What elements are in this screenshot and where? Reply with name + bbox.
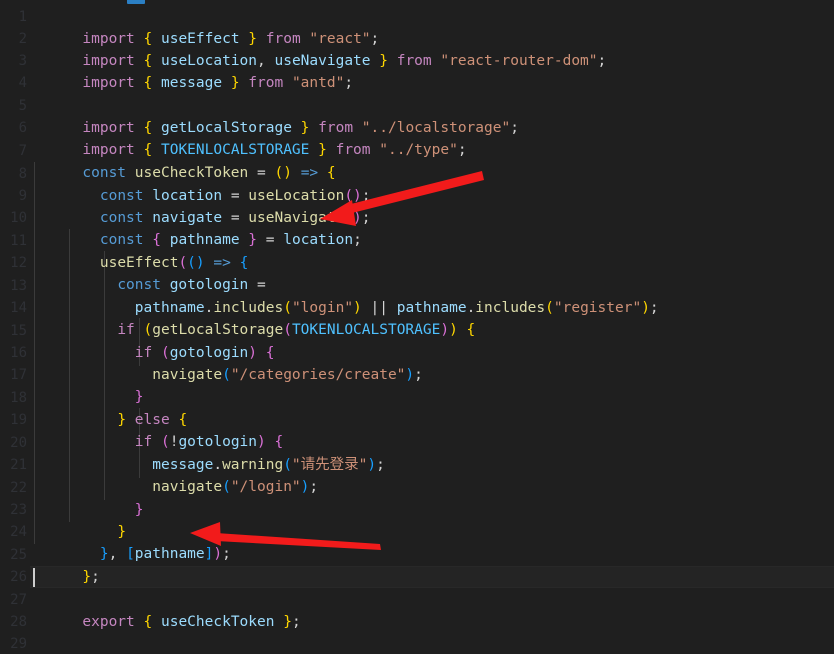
current-line-highlight <box>30 566 834 588</box>
code-line[interactable]: } <box>30 499 126 540</box>
gutter-line-number: 7 <box>18 143 27 159</box>
code-line-blank[interactable] <box>30 72 39 94</box>
code-line[interactable]: if (gotologin) { <box>30 320 275 361</box>
code-editor-window: 1 2 3 4 5 6 7 8 9 10 11 12 13 14 15 16 1… <box>0 0 834 654</box>
gutter-line-number: 3 <box>18 53 27 69</box>
gutter-line-number: 23 <box>10 502 27 518</box>
code-line[interactable]: } <box>30 477 144 518</box>
editor-text-surface[interactable]: import { useEffect } from "react"; impor… <box>30 0 834 654</box>
gutter-line-number: 11 <box>10 233 27 249</box>
code-line-pathname-dependency[interactable]: }, [pathname]); <box>30 521 231 562</box>
gutter-line-number: 6 <box>18 120 27 136</box>
gutter-line-number: 12 <box>10 255 27 271</box>
gutter-line-number: 24 <box>10 524 27 540</box>
gutter-line-number: 2 <box>18 31 27 47</box>
code-line[interactable]: message.warning("请先登录"); <box>30 432 385 473</box>
code-line[interactable]: useEffect(() => { <box>30 230 248 271</box>
gutter-line-number: 9 <box>18 188 27 204</box>
code-line[interactable]: navigate("/categories/create"); <box>30 342 423 383</box>
gutter-line-number: 14 <box>10 300 27 316</box>
gutter-line-number: 27 <box>10 592 27 608</box>
gutter-line-number: 20 <box>10 435 27 451</box>
gutter-line-number: 4 <box>18 75 27 91</box>
gutter-line-number: 13 <box>10 278 27 294</box>
text-caret <box>33 568 35 587</box>
code-line[interactable]: navigate("/login"); <box>30 454 318 495</box>
code-line[interactable]: if (!gotologin) { <box>30 409 283 450</box>
editor-gutter: 1 2 3 4 5 6 7 8 9 10 11 12 13 14 15 16 1… <box>0 0 30 654</box>
code-line[interactable]: }; <box>30 544 99 585</box>
code-line[interactable]: if (getLocalStorage(TOKENLOCALSTORAGE)) … <box>30 297 475 338</box>
gutter-line-number: 28 <box>10 614 27 630</box>
gutter-line-number: 29 <box>10 636 27 652</box>
code-line[interactable]: const gotologin = <box>30 252 265 293</box>
gutter-line-number: 22 <box>10 480 27 496</box>
partial-widget-indicator <box>127 0 145 4</box>
gutter-line-number: 15 <box>10 323 27 339</box>
code-line[interactable]: export { useCheckToken }; <box>30 589 300 630</box>
gutter-line-number: 5 <box>18 98 27 114</box>
code-line[interactable]: const navigate = useNavigate(); <box>30 185 371 226</box>
gutter-line-number: 1 <box>18 9 27 25</box>
gutter-line-number: 25 <box>10 547 27 563</box>
gutter-line-number: 19 <box>10 412 27 428</box>
gutter-line-number: 17 <box>10 367 27 383</box>
code-line[interactable]: pathname.includes("login") || pathname.i… <box>30 275 659 316</box>
code-line[interactable]: import { message } from "antd"; <box>30 50 353 91</box>
gutter-line-number: 10 <box>10 210 27 226</box>
code-line[interactable]: import { useLocation, useNavigate } from… <box>30 28 606 69</box>
code-line[interactable]: const location = useLocation(); <box>30 163 371 204</box>
code-line[interactable]: } else { <box>30 387 187 428</box>
gutter-line-number: 21 <box>10 457 27 473</box>
code-line[interactable]: import { TOKENLOCALSTORAGE } from "../ty… <box>30 117 466 158</box>
gutter-line-number: 16 <box>10 345 27 361</box>
gutter-line-number: 26 <box>10 569 27 585</box>
code-line-location-destructure[interactable]: const { pathname } = location; <box>30 207 362 248</box>
code-line[interactable]: import { getLocalStorage } from "../loca… <box>30 95 519 136</box>
code-line[interactable]: } <box>30 364 144 405</box>
code-line[interactable]: import { useEffect } from "react"; <box>30 6 379 47</box>
gutter-line-number: 8 <box>18 166 27 182</box>
gutter-line-number: 18 <box>10 390 27 406</box>
code-line[interactable]: const useCheckToken = () => { <box>30 140 335 181</box>
